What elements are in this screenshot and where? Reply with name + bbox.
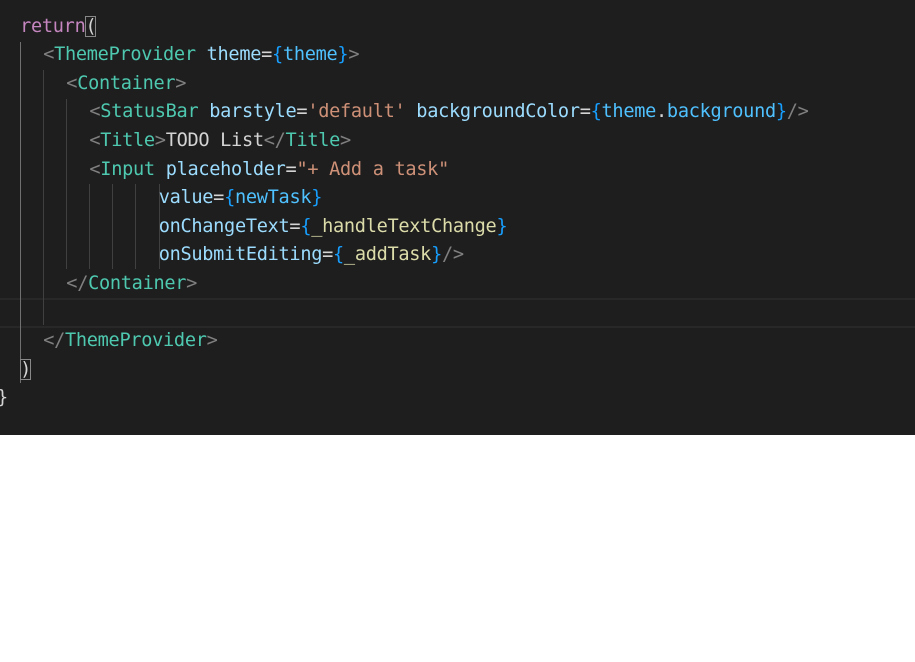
code-token-str: 'default' (307, 101, 406, 123)
code-token-br: } (431, 244, 442, 266)
code-token-attr: barstyle (209, 101, 297, 123)
code-token-pt: > (348, 44, 360, 66)
code-token-pt: < (66, 72, 78, 94)
code-token-brace: } (0, 387, 8, 408)
code-token-txt: . (656, 101, 667, 123)
code-token-pt: </ (66, 272, 89, 294)
code-token-kw: return (20, 15, 86, 37)
code-token-br: } (311, 187, 323, 209)
code-line[interactable]: <StatusBar barstyle='default' background… (0, 98, 809, 127)
code-token-attr: value (158, 187, 214, 209)
code-line[interactable]: <Container> (0, 70, 186, 99)
code-line[interactable]: <ThemeProvider theme={theme}> (0, 41, 359, 70)
code-line[interactable]: </Container> (0, 270, 197, 299)
code-token-par: ( (85, 15, 97, 37)
code-token-txt: = (579, 101, 591, 123)
code-token-txt: TODO List (165, 129, 264, 151)
code-token-br: { (224, 187, 235, 209)
code-token-var: background (666, 101, 776, 123)
code-token-br: { (590, 101, 602, 123)
code-token-txt: = (289, 215, 301, 237)
code-line[interactable]: return( (0, 13, 97, 42)
code-token-txt: = (322, 244, 334, 266)
code-token-attr: backgroundColor (416, 101, 580, 123)
code-line[interactable]: onChangeText={_handleTextChange} (0, 213, 508, 242)
code-token-tag: ThemeProvider (54, 44, 196, 66)
code-token-tag: Input (100, 158, 155, 180)
code-token-txt: = (296, 101, 308, 123)
code-token-br: } (337, 44, 349, 66)
code-token-pt: < (89, 158, 101, 180)
code-token-pt: /> (441, 244, 464, 266)
code-token-attr: placeholder (165, 158, 286, 180)
code-token-tag: Title (285, 129, 341, 151)
code-line[interactable]: ) (0, 356, 31, 385)
code-token-txt: = (213, 187, 225, 209)
code-token-pt: < (43, 44, 55, 66)
code-token-pt: < (89, 101, 101, 123)
code-token-attr: onChangeText (158, 215, 290, 237)
code-token-tag: ThemeProvider (64, 330, 207, 352)
code-line[interactable]: onSubmitEditing={_addTask}/> (0, 241, 464, 270)
code-token-pt: > (154, 129, 166, 151)
code-token-pt: > (340, 129, 351, 151)
code-token-txt: = (285, 158, 297, 180)
code-token-var: theme (601, 101, 657, 123)
code-token-fn: _addTask (343, 244, 432, 266)
code-token-pt: </ (43, 330, 65, 352)
code-token-pt: </ (263, 129, 286, 151)
code-editor[interactable]: return(<ThemeProvider theme={theme}> <Con… (0, 0, 915, 435)
code-token-br: { (300, 215, 312, 237)
code-line[interactable]: <Input placeholder="+ Add a task" (0, 156, 449, 185)
code-token-par: ) (20, 358, 31, 380)
code-token-br: } (496, 215, 508, 237)
current-line-highlight (0, 298, 915, 328)
code-token-br: { (333, 244, 344, 266)
code-token-br: } (775, 101, 787, 123)
code-token-attr: onSubmitEditing (158, 244, 323, 266)
code-token-pt: > (175, 72, 187, 94)
code-token-fn: _handleTextChange (311, 215, 497, 237)
code-token-txt: = (261, 44, 273, 66)
code-line[interactable]: <Title>TODO List</Title> (0, 127, 351, 156)
code-token-pt: > (186, 272, 198, 294)
code-token-pt: < (89, 129, 101, 151)
code-token-attr: theme (206, 44, 262, 66)
code-token-tag: Container (77, 72, 176, 94)
code-token-tag: StatusBar (100, 101, 199, 123)
code-token-br: { (272, 44, 283, 66)
code-token-var: newTask (234, 187, 312, 209)
code-token-str: "+ Add a task" (296, 158, 449, 180)
code-line[interactable]: </ThemeProvider> (0, 327, 218, 356)
code-token-var: theme (282, 44, 338, 66)
code-line[interactable]: } (0, 384, 8, 413)
code-token-tag: Title (100, 129, 155, 151)
code-token-pt: /> (786, 101, 809, 123)
code-token-pt: > (206, 330, 218, 352)
code-token-tag: Container (88, 272, 187, 294)
code-line[interactable]: value={newTask} (0, 184, 323, 213)
